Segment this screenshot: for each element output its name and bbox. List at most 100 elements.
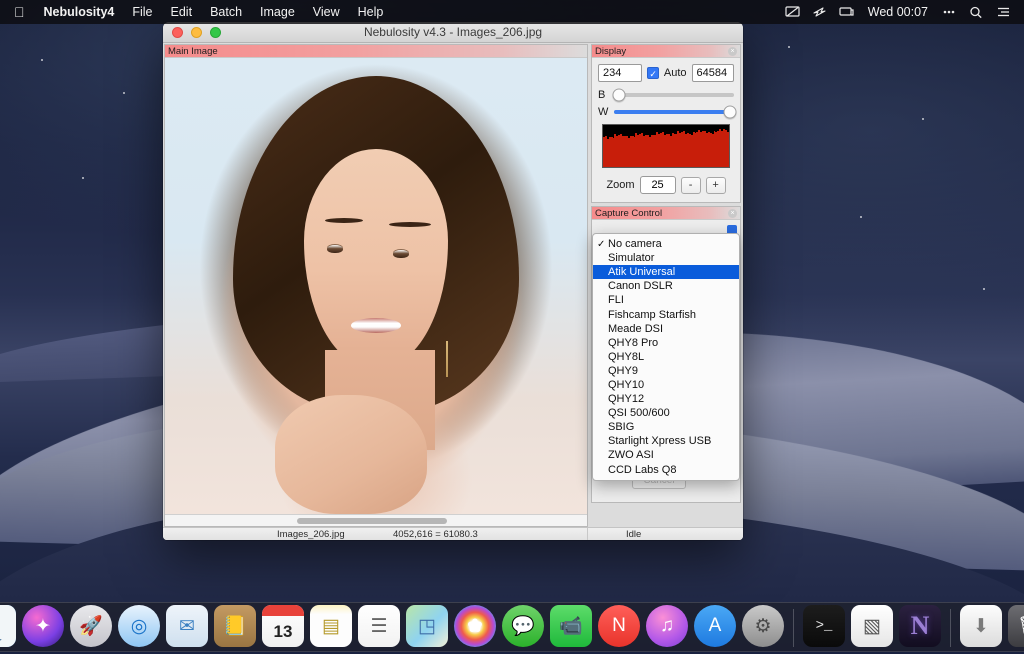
calendar-header (262, 605, 304, 616)
camera-option-label: Simulator (608, 252, 654, 264)
status-pixel-readout: 4052,616 = 61080.3 (393, 528, 478, 540)
display-mirroring-icon[interactable] (780, 0, 806, 24)
camera-option-starlight-xpress-usb[interactable]: Starlight Xpress USB (593, 434, 739, 448)
dock-icon-launchpad[interactable]: 🚀 (70, 605, 112, 647)
finder-face: ‿ (0, 605, 16, 647)
window-titlebar[interactable]: Nebulosity v4.3 - Images_206.jpg (163, 22, 743, 43)
dock-separator (950, 609, 951, 647)
contacts-glyph: 📒 (223, 614, 247, 638)
scrollbar-thumb[interactable] (297, 518, 447, 524)
camera-option-sbig[interactable]: SBIG (593, 420, 739, 434)
terminal-prompt: >_ (816, 618, 833, 634)
dock-icon-terminal[interactable]: >_ (803, 605, 845, 647)
camera-option-qhy9[interactable]: QHY9 (593, 364, 739, 378)
capture-panel-label: Capture Control (595, 208, 662, 219)
menu-item-file[interactable]: File (123, 0, 161, 24)
menu-item-image[interactable]: Image (251, 0, 304, 24)
nebulosity-window[interactable]: Nebulosity v4.3 - Images_206.jpg Main Im… (163, 22, 743, 540)
display-panel-title: Display × (592, 45, 740, 58)
menu-item-view[interactable]: View (304, 0, 349, 24)
camera-option-label: FLI (608, 294, 624, 306)
image-horizontal-scrollbar[interactable] (165, 514, 587, 526)
capture-panel-close-icon[interactable]: × (728, 209, 737, 218)
camera-option-atik-universal[interactable]: Atik Universal (593, 265, 739, 279)
menu-item-app[interactable]: Nebulosity4 (35, 0, 124, 24)
camera-option-qhy8l[interactable]: QHY8L (593, 350, 739, 364)
zoom-increase-button[interactable]: + (706, 177, 726, 194)
zoom-label: Zoom (606, 179, 634, 191)
dock-icon-facetime[interactable]: 📹 (550, 605, 592, 647)
mail-glyph: ✉ (179, 615, 195, 638)
photos-glyph: ✿ (467, 615, 483, 638)
dock-icon-textedit[interactable]: ▧ (851, 605, 893, 647)
camera-option-qhy12[interactable]: QHY12 (593, 392, 739, 406)
white-slider-knob[interactable] (724, 106, 737, 119)
camera-option-qsi-500-600[interactable]: QSI 500/600 (593, 406, 739, 420)
display-panel-close-icon[interactable]: × (728, 47, 737, 56)
dock-icon-system-preferences[interactable]: ⚙ (742, 605, 784, 647)
dock: ‿✦🚀◎✉📒13▤☰◳✿💬📹N♫A⚙>_▧N⬇🗑 (0, 602, 1024, 652)
star (123, 92, 125, 94)
camera-option-label: CCD Labs Q8 (608, 464, 676, 476)
camera-option-label: Meade DSI (608, 323, 663, 335)
dock-icon-calendar[interactable]: 13 (262, 605, 304, 647)
dock-icon-nebulosity4[interactable]: N (899, 605, 941, 647)
dock-icon-maps[interactable]: ◳ (406, 605, 448, 647)
messages-glyph: 💬 (511, 614, 535, 638)
camera-option-ccd-labs-q8[interactable]: CCD Labs Q8 (593, 463, 739, 477)
camera-option-fishcamp-starfish[interactable]: Fishcamp Starfish (593, 307, 739, 321)
zoom-value-input[interactable]: 25 (640, 176, 676, 194)
camera-option-meade-dsi[interactable]: Meade DSI (593, 322, 739, 336)
dock-icon-finder[interactable]: ‿ (0, 605, 16, 647)
camera-select-dropdown[interactable]: ✓No cameraSimulator Atik UniversalCanon D… (592, 233, 740, 481)
camera-option-zwo-asi[interactable]: ZWO ASI (593, 448, 739, 462)
camera-option-qhy10[interactable]: QHY10 (593, 378, 739, 392)
menu-item-batch[interactable]: Batch (201, 0, 251, 24)
zoom-decrease-button[interactable]: - (681, 177, 701, 194)
dock-icon-contacts[interactable]: 📒 (214, 605, 256, 647)
camera-option-label: Atik Universal (608, 266, 675, 278)
black-level-input[interactable]: 234 (598, 64, 642, 82)
menu-item-edit[interactable]: Edit (162, 0, 202, 24)
camera-option-canon-dslr[interactable]: Canon DSLR (593, 279, 739, 293)
auto-checkbox[interactable]: ✓ (647, 67, 659, 79)
dock-icon-notes[interactable]: ▤ (310, 605, 352, 647)
window-title: Nebulosity v4.3 - Images_206.jpg (163, 25, 743, 39)
white-slider-track[interactable] (614, 110, 734, 114)
menubar-clock[interactable]: Wed 00:07 (861, 0, 935, 24)
notification-center-icon[interactable] (990, 0, 1016, 24)
spotlight-search-icon[interactable] (963, 0, 989, 24)
dock-icon-mail[interactable]: ✉ (166, 605, 208, 647)
dock-icon-messages[interactable]: 💬 (502, 605, 544, 647)
star (983, 288, 985, 290)
black-slider-knob[interactable] (612, 89, 625, 102)
dock-icon-siri[interactable]: ✦ (22, 605, 64, 647)
capture-panel-body: Cancel ✓No cameraSimulatorAtik Universal… (592, 220, 740, 503)
dock-icon-app-store[interactable]: A (694, 605, 736, 647)
menu-item-help[interactable]: Help (349, 0, 393, 24)
dock-icon-downloads[interactable]: ⬇ (960, 605, 1002, 647)
control-center-icon[interactable] (936, 0, 962, 24)
white-level-input[interactable]: 64584 (692, 64, 734, 82)
vpn-connection-icon[interactable] (807, 0, 833, 24)
apple-logo-icon[interactable]:  (8, 0, 35, 24)
photo-content (165, 58, 587, 514)
dock-icon-photos[interactable]: ✿ (454, 605, 496, 647)
dock-icon-reminders[interactable]: ☰ (358, 605, 400, 647)
dock-icon-trash[interactable]: 🗑 (1008, 605, 1024, 647)
dock-icon-news[interactable]: N (598, 605, 640, 647)
image-canvas[interactable] (165, 58, 587, 514)
black-slider-track[interactable] (614, 93, 734, 97)
camera-option-no-camera[interactable]: ✓No camera (593, 237, 739, 251)
camera-option-label: QHY8L (608, 351, 644, 363)
notes-glyph: ▤ (322, 615, 340, 638)
downloads-glyph: ⬇ (973, 615, 989, 638)
camera-option-simulator[interactable]: Simulator (593, 251, 739, 265)
zoom-control-row: Zoom 25 - + (598, 176, 734, 194)
dock-icon-safari[interactable]: ◎ (118, 605, 160, 647)
airplay-display-icon[interactable] (834, 0, 860, 24)
camera-option-fli[interactable]: FLI (593, 293, 739, 307)
camera-option-qhy8-pro[interactable]: QHY8 Pro (593, 336, 739, 350)
dock-icon-itunes[interactable]: ♫ (646, 605, 688, 647)
camera-option-label: No camera (608, 238, 662, 250)
